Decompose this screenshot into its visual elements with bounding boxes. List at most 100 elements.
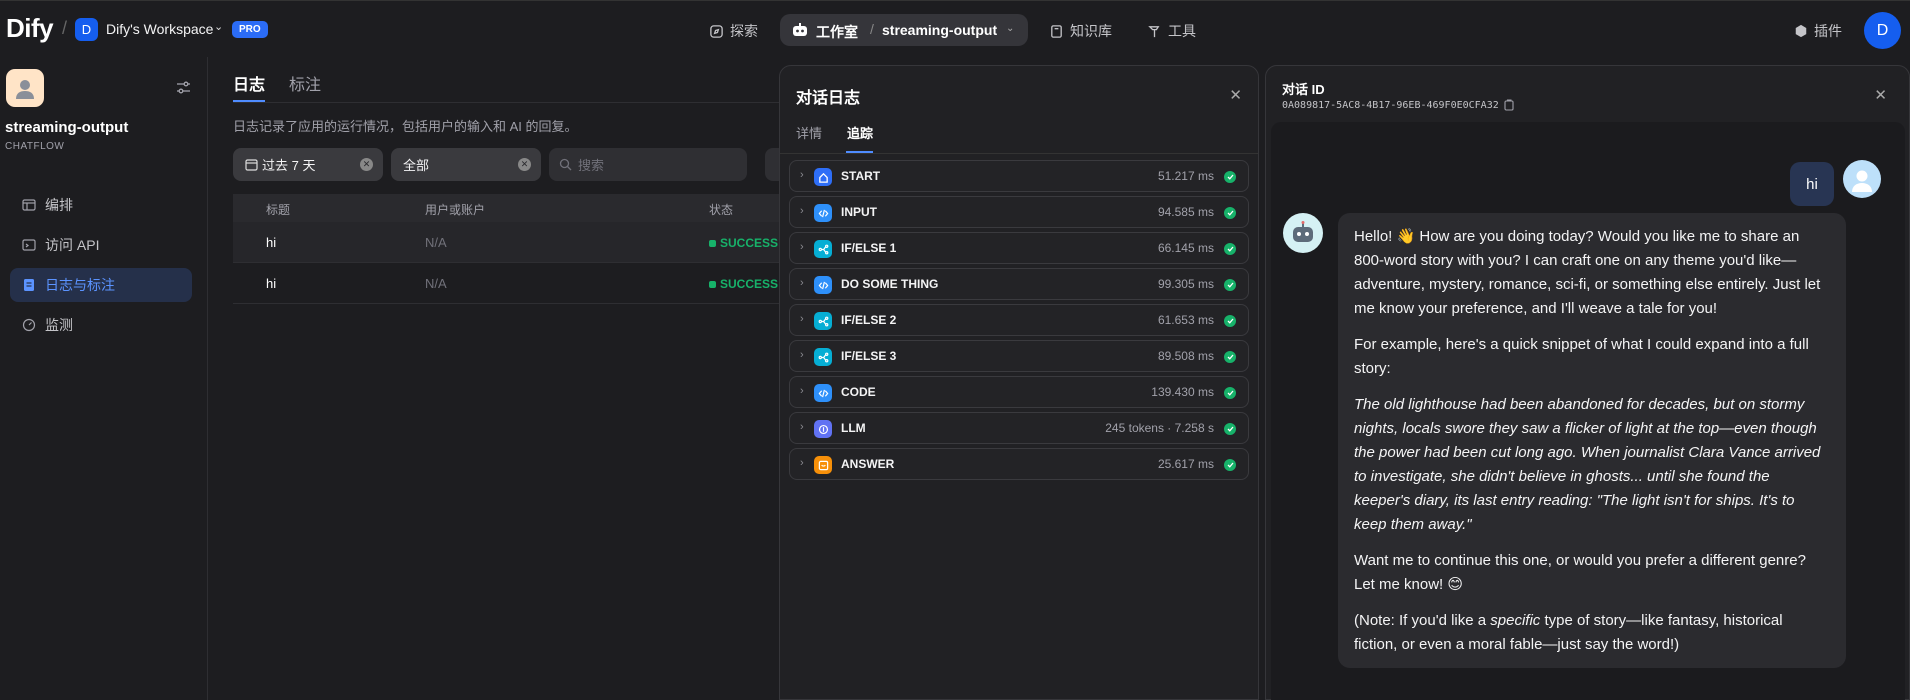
chevron-right-icon[interactable]: › xyxy=(800,241,804,253)
node-name: CODE xyxy=(841,385,876,399)
close-icon[interactable]: ✕ xyxy=(1229,86,1242,104)
book-icon xyxy=(1051,24,1062,38)
sort-button[interactable] xyxy=(765,148,779,181)
user-message: hi xyxy=(1790,162,1834,206)
layout-icon xyxy=(22,199,36,211)
compass-icon xyxy=(710,24,723,38)
clear-icon[interactable]: ✕ xyxy=(360,158,373,171)
trace-node-if-else-2[interactable]: › IF/ELSE 2 61.653 ms xyxy=(789,304,1249,336)
tab-logs[interactable]: 日志 xyxy=(233,71,265,95)
status-badge: SUCCESS xyxy=(709,277,778,291)
conversation-id-label: 对话 ID xyxy=(1282,82,1325,97)
sidebar-item-logs[interactable]: 日志与标注 xyxy=(10,268,192,302)
conversation-id: 0A089817-5AC8-4B17-96EB-469F0E0CFA32 xyxy=(1282,99,1515,111)
chevron-down-icon[interactable]: ⌄ xyxy=(214,20,223,33)
table-row[interactable]: hi N/A SUCCESS xyxy=(233,263,779,304)
conversation-panel: 对话 ID 0A089817-5AC8-4B17-96EB-469F0E0CFA… xyxy=(1265,65,1910,700)
search-input[interactable]: 搜索 xyxy=(549,148,747,181)
nav-explore[interactable]: 探索 xyxy=(709,21,758,41)
workspace-name[interactable]: Dify's Workspace xyxy=(106,21,213,37)
status-filter[interactable]: 全部 ✕ xyxy=(391,148,541,181)
nav-tools[interactable]: 工具 xyxy=(1147,21,1196,41)
nav-knowledge[interactable]: 知识库 xyxy=(1049,21,1112,41)
chevron-right-icon[interactable]: › xyxy=(800,457,804,469)
node-duration: 99.305 ms xyxy=(1157,277,1214,291)
branch-icon xyxy=(814,240,832,258)
trace-node-input[interactable]: › INPUT 94.585 ms xyxy=(789,196,1249,228)
copy-icon[interactable] xyxy=(1504,99,1515,111)
sidebar-item-api[interactable]: 访问 API xyxy=(10,228,192,262)
node-name: IF/ELSE 3 xyxy=(841,349,897,363)
bot-avatar xyxy=(1283,213,1323,253)
chevron-right-icon[interactable]: › xyxy=(800,385,804,397)
node-duration: 61.653 ms xyxy=(1157,313,1214,327)
app-type: CHATFLOW xyxy=(5,141,65,152)
answer-paragraph: Hello! 👋 How are you doing today? Would … xyxy=(1354,228,1821,317)
logs-description: 日志记录了应用的运行情况，包括用户的输入和 AI 的回复。 xyxy=(233,119,578,134)
plan-badge: PRO xyxy=(232,21,268,38)
app-name: streaming-output xyxy=(5,119,129,136)
period-filter[interactable]: 过去 7 天 ✕ xyxy=(233,148,383,181)
dify-logo[interactable]: Dify xyxy=(6,13,54,44)
user-avatar xyxy=(1843,160,1881,198)
divider xyxy=(780,153,1258,154)
nav-studio-label: 工作室 xyxy=(816,24,858,40)
message-icon xyxy=(814,456,832,474)
trace-node-if-else-1[interactable]: › IF/ELSE 1 66.145 ms xyxy=(789,232,1249,264)
trace-node-do-some-thing[interactable]: › DO SOME THING 99.305 ms xyxy=(789,268,1249,300)
search-placeholder: 搜索 xyxy=(578,158,605,173)
chevron-right-icon[interactable]: › xyxy=(800,349,804,361)
chevron-right-icon[interactable]: › xyxy=(800,169,804,181)
chevron-right-icon[interactable]: › xyxy=(800,277,804,289)
status-dot xyxy=(709,239,716,247)
file-list-icon xyxy=(24,279,34,291)
node-duration: 94.585 ms xyxy=(1157,205,1214,219)
sidebar-toggle-icon[interactable] xyxy=(176,81,191,97)
plugins-button[interactable]: 插件 xyxy=(1794,21,1842,41)
divider xyxy=(233,102,779,103)
node-name: LLM xyxy=(841,421,866,435)
home-icon xyxy=(814,168,832,186)
clear-icon[interactable]: ✕ xyxy=(518,158,531,171)
chevron-right-icon[interactable]: › xyxy=(800,421,804,433)
nav-studio[interactable]: 工作室 / streaming-output ⌄ xyxy=(780,14,1028,46)
node-duration: 25.617 ms xyxy=(1157,457,1214,471)
close-icon[interactable]: ✕ xyxy=(1874,86,1887,104)
success-check-icon xyxy=(1224,243,1236,255)
tab-detail[interactable]: 详情 xyxy=(796,123,822,142)
row-user: N/A xyxy=(425,235,447,250)
trace-node-llm[interactable]: › LLM 245 tokens · 7.258 s xyxy=(789,412,1249,444)
trace-node-start[interactable]: › START 51.217 ms xyxy=(789,160,1249,192)
code-icon xyxy=(814,276,832,294)
top-bar: Dify / D Dify's Workspace ⌄ PRO 探索 工作室 /… xyxy=(0,0,1910,57)
trace-node-code[interactable]: › CODE 139.430 ms xyxy=(789,376,1249,408)
trace-node-if-else-3[interactable]: › IF/ELSE 3 89.508 ms xyxy=(789,340,1249,372)
success-check-icon xyxy=(1224,387,1236,399)
chat-messages: hi Hello! 👋 How are you doing today? Wou… xyxy=(1271,122,1905,700)
app-sidebar: streaming-output CHATFLOW 编排 访问 API 日志与标… xyxy=(0,57,208,700)
chevron-down-icon[interactable]: ⌄ xyxy=(1006,23,1014,34)
answer-quote: The old lighthouse had been abandoned fo… xyxy=(1354,393,1830,537)
trace-node-answer[interactable]: › ANSWER 25.617 ms xyxy=(789,448,1249,480)
chevron-right-icon[interactable]: › xyxy=(800,313,804,325)
tab-tracing[interactable]: 追踪 xyxy=(847,123,873,142)
nav-knowledge-label: 知识库 xyxy=(1070,23,1112,39)
sidebar-item-label: 访问 API xyxy=(45,237,100,253)
success-check-icon xyxy=(1224,171,1236,183)
chevron-right-icon[interactable]: › xyxy=(800,205,804,217)
sidebar-item-orchestrate[interactable]: 编排 xyxy=(10,188,192,222)
current-app-name[interactable]: streaming-output xyxy=(882,22,997,38)
table-row[interactable]: hi N/A SUCCESS xyxy=(233,222,779,263)
user-avatar[interactable]: D xyxy=(1864,12,1901,49)
node-name: START xyxy=(841,169,881,183)
breadcrumb-separator: / xyxy=(870,21,874,37)
nav-explore-label: 探索 xyxy=(730,23,758,39)
sidebar-item-monitoring[interactable]: 监测 xyxy=(10,308,192,342)
answer-paragraph: For example, here's a quick snippet of w… xyxy=(1354,336,1809,377)
note-text: (Note: If you'd like a xyxy=(1354,612,1491,629)
status-filter-value: 全部 xyxy=(403,158,430,173)
workspace-avatar[interactable]: D xyxy=(75,18,98,41)
tab-annotations[interactable]: 标注 xyxy=(289,71,321,95)
column-status: 状态 xyxy=(709,203,734,217)
bot-message: Hello! 👋 How are you doing today? Would … xyxy=(1338,213,1846,668)
